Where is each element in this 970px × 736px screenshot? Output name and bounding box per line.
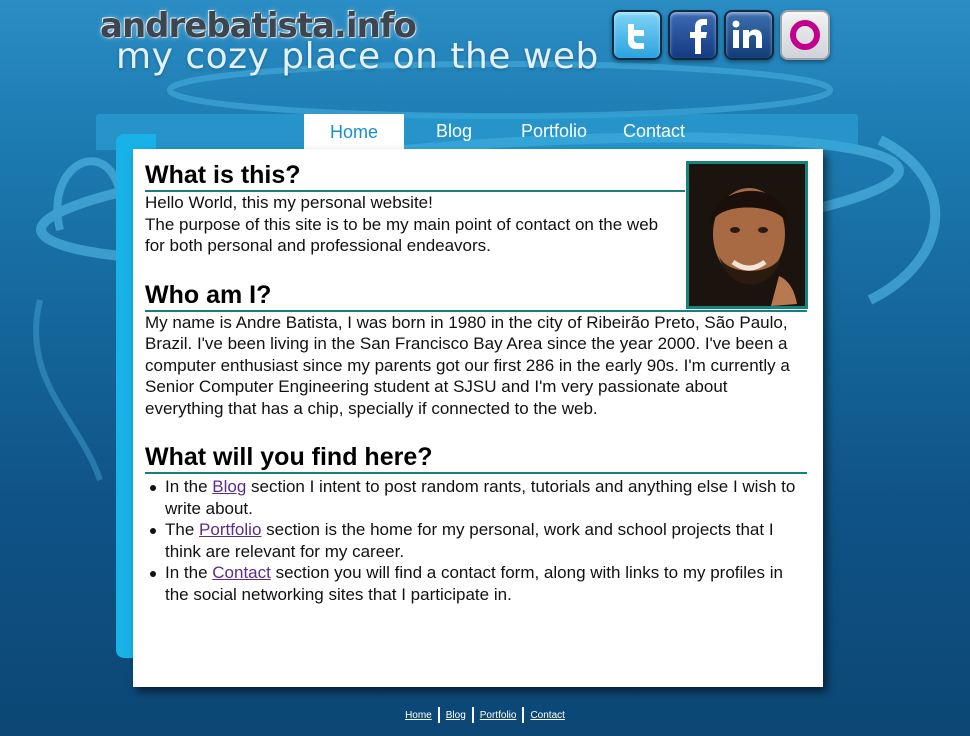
list-item: In the Contact section you will find a c… xyxy=(145,562,807,605)
footer-link-blog[interactable]: Blog xyxy=(442,710,470,721)
blog-link[interactable]: Blog xyxy=(212,477,246,496)
facebook-button[interactable] xyxy=(668,10,718,60)
footer-link-home[interactable]: Home xyxy=(401,710,436,721)
orkut-icon xyxy=(790,20,820,50)
footer-link-contact[interactable]: Contact xyxy=(526,710,568,721)
nav-portfolio[interactable]: Portfolio xyxy=(504,114,604,148)
who-text: My name is Andre Batista, I was born in … xyxy=(145,312,790,418)
heading-find: What will you find here? xyxy=(145,443,807,474)
profile-photo-illustration xyxy=(689,164,805,306)
section-find: What will you find here? In the Blog sec… xyxy=(145,443,807,605)
linkedin-icon xyxy=(732,20,762,48)
find-list: In the Blog section I intent to post ran… xyxy=(145,476,807,605)
orkut-button[interactable] xyxy=(780,10,830,60)
content-panel: What is this? Hello World, this my perso… xyxy=(133,149,823,687)
social-links xyxy=(612,10,830,60)
portfolio-link[interactable]: Portfolio xyxy=(199,520,261,539)
heading-what: What is this? xyxy=(145,161,685,192)
profile-photo xyxy=(686,161,808,309)
footer-separator xyxy=(522,707,525,723)
list-item: The Portfolio section is the home for my… xyxy=(145,519,807,562)
nav-contact[interactable]: Contact xyxy=(604,114,704,148)
nav-blog[interactable]: Blog xyxy=(404,114,504,148)
contact-link[interactable]: Contact xyxy=(212,563,271,582)
what-line-2: The purpose of this site is to be my mai… xyxy=(145,214,659,256)
twitter-button[interactable] xyxy=(612,10,662,60)
footer-separator xyxy=(437,707,440,723)
footer-separator xyxy=(471,707,474,723)
main-nav: Home Blog Portfolio Contact xyxy=(304,114,704,150)
nav-home[interactable]: Home xyxy=(304,114,404,150)
footer-nav: Home Blog Portfolio Contact xyxy=(0,707,970,723)
footer-link-portfolio[interactable]: Portfolio xyxy=(476,710,521,721)
linkedin-button[interactable] xyxy=(724,10,774,60)
list-item: In the Blog section I intent to post ran… xyxy=(145,476,807,519)
facebook-icon xyxy=(690,19,707,54)
site-tagline: my cozy place on the web xyxy=(116,36,599,77)
twitter-icon xyxy=(628,24,644,49)
